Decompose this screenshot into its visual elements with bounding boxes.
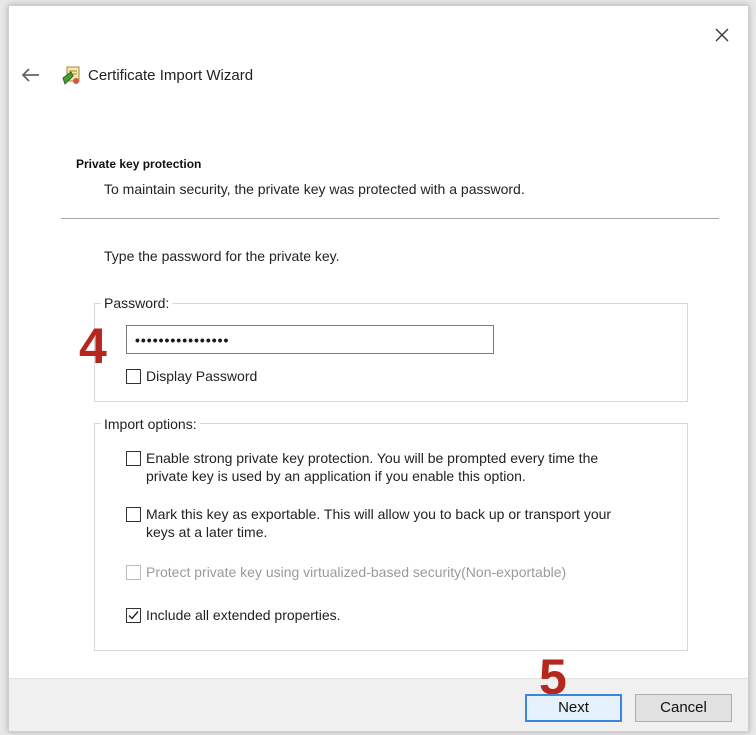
next-button[interactable]: Next xyxy=(525,694,622,722)
back-button[interactable] xyxy=(19,64,45,86)
strong-key-protection-line2: private key is used by an application if… xyxy=(146,468,526,484)
checkmark-icon xyxy=(128,611,139,620)
virtualized-security-label: Protect private key using virtualized-ba… xyxy=(146,564,567,580)
mark-exportable-line2: keys at a later time. xyxy=(146,524,268,540)
virtualized-security-checkbox xyxy=(126,565,141,580)
mark-exportable-line1: Mark this key as exportable. This will a… xyxy=(146,506,612,522)
mark-exportable-checkbox[interactable] xyxy=(126,507,141,522)
strong-key-protection-line1: Enable strong private key protection. Yo… xyxy=(146,450,599,466)
extended-properties-label: Include all extended properties. xyxy=(146,607,341,623)
close-icon xyxy=(715,28,729,42)
cancel-button[interactable]: Cancel xyxy=(635,694,732,722)
close-button[interactable] xyxy=(707,20,737,50)
strong-key-protection-checkbox[interactable] xyxy=(126,451,141,466)
wizard-title: Certificate Import Wizard xyxy=(88,67,254,84)
header-divider xyxy=(61,218,719,219)
section-description: To maintain security, the private key wa… xyxy=(104,181,525,197)
extended-properties-checkbox[interactable] xyxy=(126,608,141,623)
password-field[interactable]: •••••••••••••••• xyxy=(126,325,494,354)
display-password-checkbox[interactable] xyxy=(126,369,141,384)
certificate-import-wizard-window: Certificate Import Wizard Private key pr… xyxy=(8,5,749,732)
back-arrow-icon xyxy=(21,68,39,82)
certificate-wizard-icon xyxy=(61,64,83,88)
import-options-label: Import options: xyxy=(101,416,200,432)
display-password-label: Display Password xyxy=(146,368,258,384)
password-label: Password: xyxy=(101,295,173,311)
section-heading: Private key protection xyxy=(76,157,202,171)
password-prompt: Type the password for the private key. xyxy=(104,248,340,264)
step-4-annotation: 4 xyxy=(79,318,107,374)
